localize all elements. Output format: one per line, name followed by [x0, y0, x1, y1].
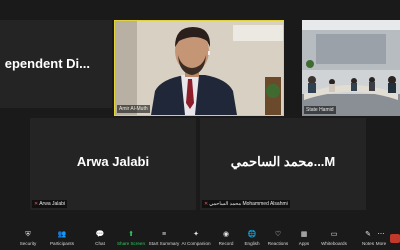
participant-display-name: ependent Di...	[4, 56, 90, 71]
participant-name-tag: ✕ Arwa Jalabi	[32, 200, 68, 208]
video-tile-active-speaker[interactable]: Amir Al-Muth	[114, 20, 284, 116]
participant-display-name: Arwa Jalabi	[76, 154, 150, 169]
participant-name-tag: State Hamid	[304, 106, 336, 114]
participant-name-tag: ✕ محمد الساحمي Mohammed Alsahmi	[202, 200, 290, 208]
speaker-video-feed	[115, 21, 283, 115]
people-icon: 👥	[57, 231, 67, 238]
video-tile-left-top[interactable]: ependent Di...	[0, 20, 112, 108]
video-tile-arwa[interactable]: Arwa Jalabi ✕ Arwa Jalabi	[30, 118, 196, 210]
more-button[interactable]: ⋯ More	[372, 231, 390, 246]
more-icon: ⋯	[377, 231, 385, 238]
mic-muted-icon: ✕	[204, 201, 209, 207]
meeting-toolbar: ⛨ Security 👥 Participants 💬 Chat ⬆ Share…	[0, 228, 400, 250]
conference-room-video-feed	[302, 20, 400, 116]
participants-button[interactable]: 👥 Participants	[42, 231, 82, 246]
mic-muted-icon: ✕	[34, 201, 39, 207]
participant-display-name: محمد الساحمي...M	[230, 154, 336, 169]
participant-name-tag: Amir Al-Muth	[117, 105, 150, 113]
leave-button[interactable]	[390, 234, 400, 243]
video-tile-mohammed[interactable]: محمد الساحمي...M ✕ محمد الساحمي Mohammed…	[200, 118, 366, 210]
video-tile-conference-room[interactable]: State Hamid	[302, 20, 400, 116]
